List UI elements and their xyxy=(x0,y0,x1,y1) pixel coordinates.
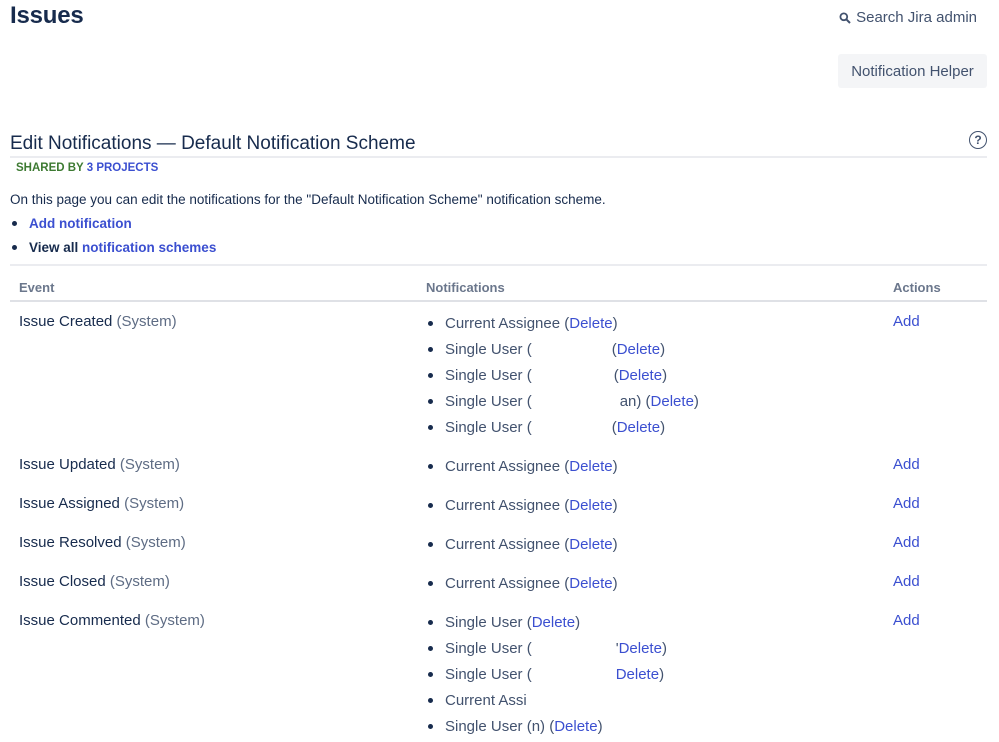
notification-recipient: Single User ( xyxy=(445,392,532,410)
delete-notification-link[interactable]: Delete xyxy=(569,315,612,332)
notification-list: Current Assignee (Delete) xyxy=(426,570,618,596)
delete-notification-link[interactable]: Delete xyxy=(569,458,612,475)
add-notification-action[interactable]: Add xyxy=(893,313,920,330)
notification-item: Single User ((Delete) xyxy=(426,362,699,388)
event-type: (System) xyxy=(112,313,177,330)
notification-recipient: Single User ( xyxy=(445,340,532,358)
list-item: Add notification xyxy=(10,211,216,235)
list-item: View all notification schemes xyxy=(10,235,216,259)
event-label: Issue Resolved xyxy=(19,534,122,551)
event-label: Issue Updated xyxy=(19,456,116,473)
event-label: Issue Created xyxy=(19,313,113,330)
notification-recipient: Current Assignee ( xyxy=(445,496,570,514)
event-name: Issue Assigned (System) xyxy=(19,495,184,512)
delete-notification-link[interactable]: Delete xyxy=(616,666,659,683)
notification-list: Current Assignee (Delete) xyxy=(426,531,618,557)
section-title: Edit Notifications — Default Notificatio… xyxy=(10,133,416,154)
event-name: Issue Resolved (System) xyxy=(19,534,186,551)
column-header-event: Event xyxy=(19,280,55,295)
search-label: Search Jira admin xyxy=(856,9,977,26)
action-links: Add notification View all notification s… xyxy=(10,211,216,259)
notification-recipient: Single User ( xyxy=(445,613,532,631)
event-label: Issue Assigned xyxy=(19,495,120,512)
event-type: (System) xyxy=(121,534,186,551)
notification-recipient: Single User ( xyxy=(445,639,532,657)
notification-recipient: Single User ( xyxy=(445,366,532,384)
shared-by-label: SHARED BY xyxy=(16,162,84,174)
page-title: Issues xyxy=(10,2,84,29)
help-icon[interactable]: ? xyxy=(969,131,987,149)
add-notification-action[interactable]: Add xyxy=(893,573,920,590)
column-header-notifications: Notifications xyxy=(426,280,505,295)
notification-item: Single User ((Delete) xyxy=(426,336,699,362)
shared-by: SHARED BY 3 PROJECTS xyxy=(16,162,158,174)
notification-list: Current Assignee (Delete) Single User ((D… xyxy=(426,310,699,440)
notification-item: Current Assignee (Delete) xyxy=(426,453,618,479)
event-type: (System) xyxy=(105,573,170,590)
notification-item: Current Assignee (Delete) xyxy=(426,310,699,336)
delete-notification-link[interactable]: Delete xyxy=(554,718,597,735)
notification-list: Current Assignee (Delete) xyxy=(426,492,618,518)
delete-notification-link[interactable]: Delete xyxy=(651,393,694,410)
event-label: Issue Commented xyxy=(19,612,141,629)
event-name: Issue Updated (System) xyxy=(19,456,180,473)
delete-notification-link[interactable]: Delete xyxy=(617,341,660,358)
notification-list: Single User (Delete) Single User (' Delete… xyxy=(426,609,667,739)
event-label: Issue Closed xyxy=(19,573,106,590)
notification-item: Single User (Delete) xyxy=(426,661,667,687)
notification-recipient: Single User ( xyxy=(445,665,532,683)
delete-notification-link[interactable]: Delete xyxy=(619,367,662,384)
add-notification-action[interactable]: Add xyxy=(893,495,920,512)
delete-notification-link[interactable]: Delete xyxy=(619,640,662,657)
delete-notification-link[interactable]: Delete xyxy=(569,536,612,553)
notification-recipient: Current Assignee ( xyxy=(445,457,570,475)
divider xyxy=(10,264,987,266)
event-type: (System) xyxy=(115,456,180,473)
search-icon xyxy=(839,12,851,24)
description: On this page you can edit the notificati… xyxy=(10,192,606,207)
delete-notification-link[interactable]: Delete xyxy=(569,575,612,592)
notification-recipient: Current Assignee ( xyxy=(445,535,570,553)
notification-item: Single User ((Delete) xyxy=(426,414,699,440)
event-name: Issue Commented (System) xyxy=(19,612,205,629)
notification-list: Current Assignee (Delete) xyxy=(426,453,618,479)
delete-notification-link[interactable]: Delete xyxy=(569,497,612,514)
event-name: Issue Closed (System) xyxy=(19,573,170,590)
divider xyxy=(10,300,987,302)
notification-item: Single User (n) (Delete) xyxy=(426,713,667,739)
notification-item: Single User (Delete) xyxy=(426,609,667,635)
notification-item: Current Assi xyxy=(426,687,667,713)
notification-item: Single User (an) (Delete) xyxy=(426,388,699,414)
event-type: (System) xyxy=(119,495,185,512)
delete-notification-link[interactable]: Delete xyxy=(532,614,575,631)
divider xyxy=(10,156,987,158)
event-type: (System) xyxy=(140,612,205,629)
notification-schemes-link[interactable]: notification schemes xyxy=(82,240,216,255)
notification-recipient: Current Assi xyxy=(445,691,527,709)
notification-recipient: Single User ( xyxy=(445,418,532,436)
notification-item: Current Assignee (Delete) xyxy=(426,570,618,596)
notification-helper-button[interactable]: Notification Helper xyxy=(838,54,987,88)
add-notification-action[interactable]: Add xyxy=(893,612,920,629)
event-name: Issue Created (System) xyxy=(19,313,177,330)
notification-item: Current Assignee (Delete) xyxy=(426,492,618,518)
search-jira-admin[interactable]: Search Jira admin xyxy=(839,9,977,26)
notification-item: Single User (' Delete) xyxy=(426,635,667,661)
shared-projects-link[interactable]: 3 PROJECTS xyxy=(87,162,159,174)
notification-item: Current Assignee (Delete) xyxy=(426,531,618,557)
delete-notification-link[interactable]: Delete xyxy=(617,419,660,436)
add-notification-action[interactable]: Add xyxy=(893,456,920,473)
column-header-actions: Actions xyxy=(893,280,941,295)
add-notification-link[interactable]: Add notification xyxy=(29,216,132,231)
notification-recipient: Current Assignee ( xyxy=(445,314,570,332)
notification-recipient: Single User ( xyxy=(445,717,532,735)
view-all-label: View all xyxy=(29,239,79,255)
add-notification-action[interactable]: Add xyxy=(893,534,920,551)
notification-recipient: Current Assignee ( xyxy=(445,574,570,592)
